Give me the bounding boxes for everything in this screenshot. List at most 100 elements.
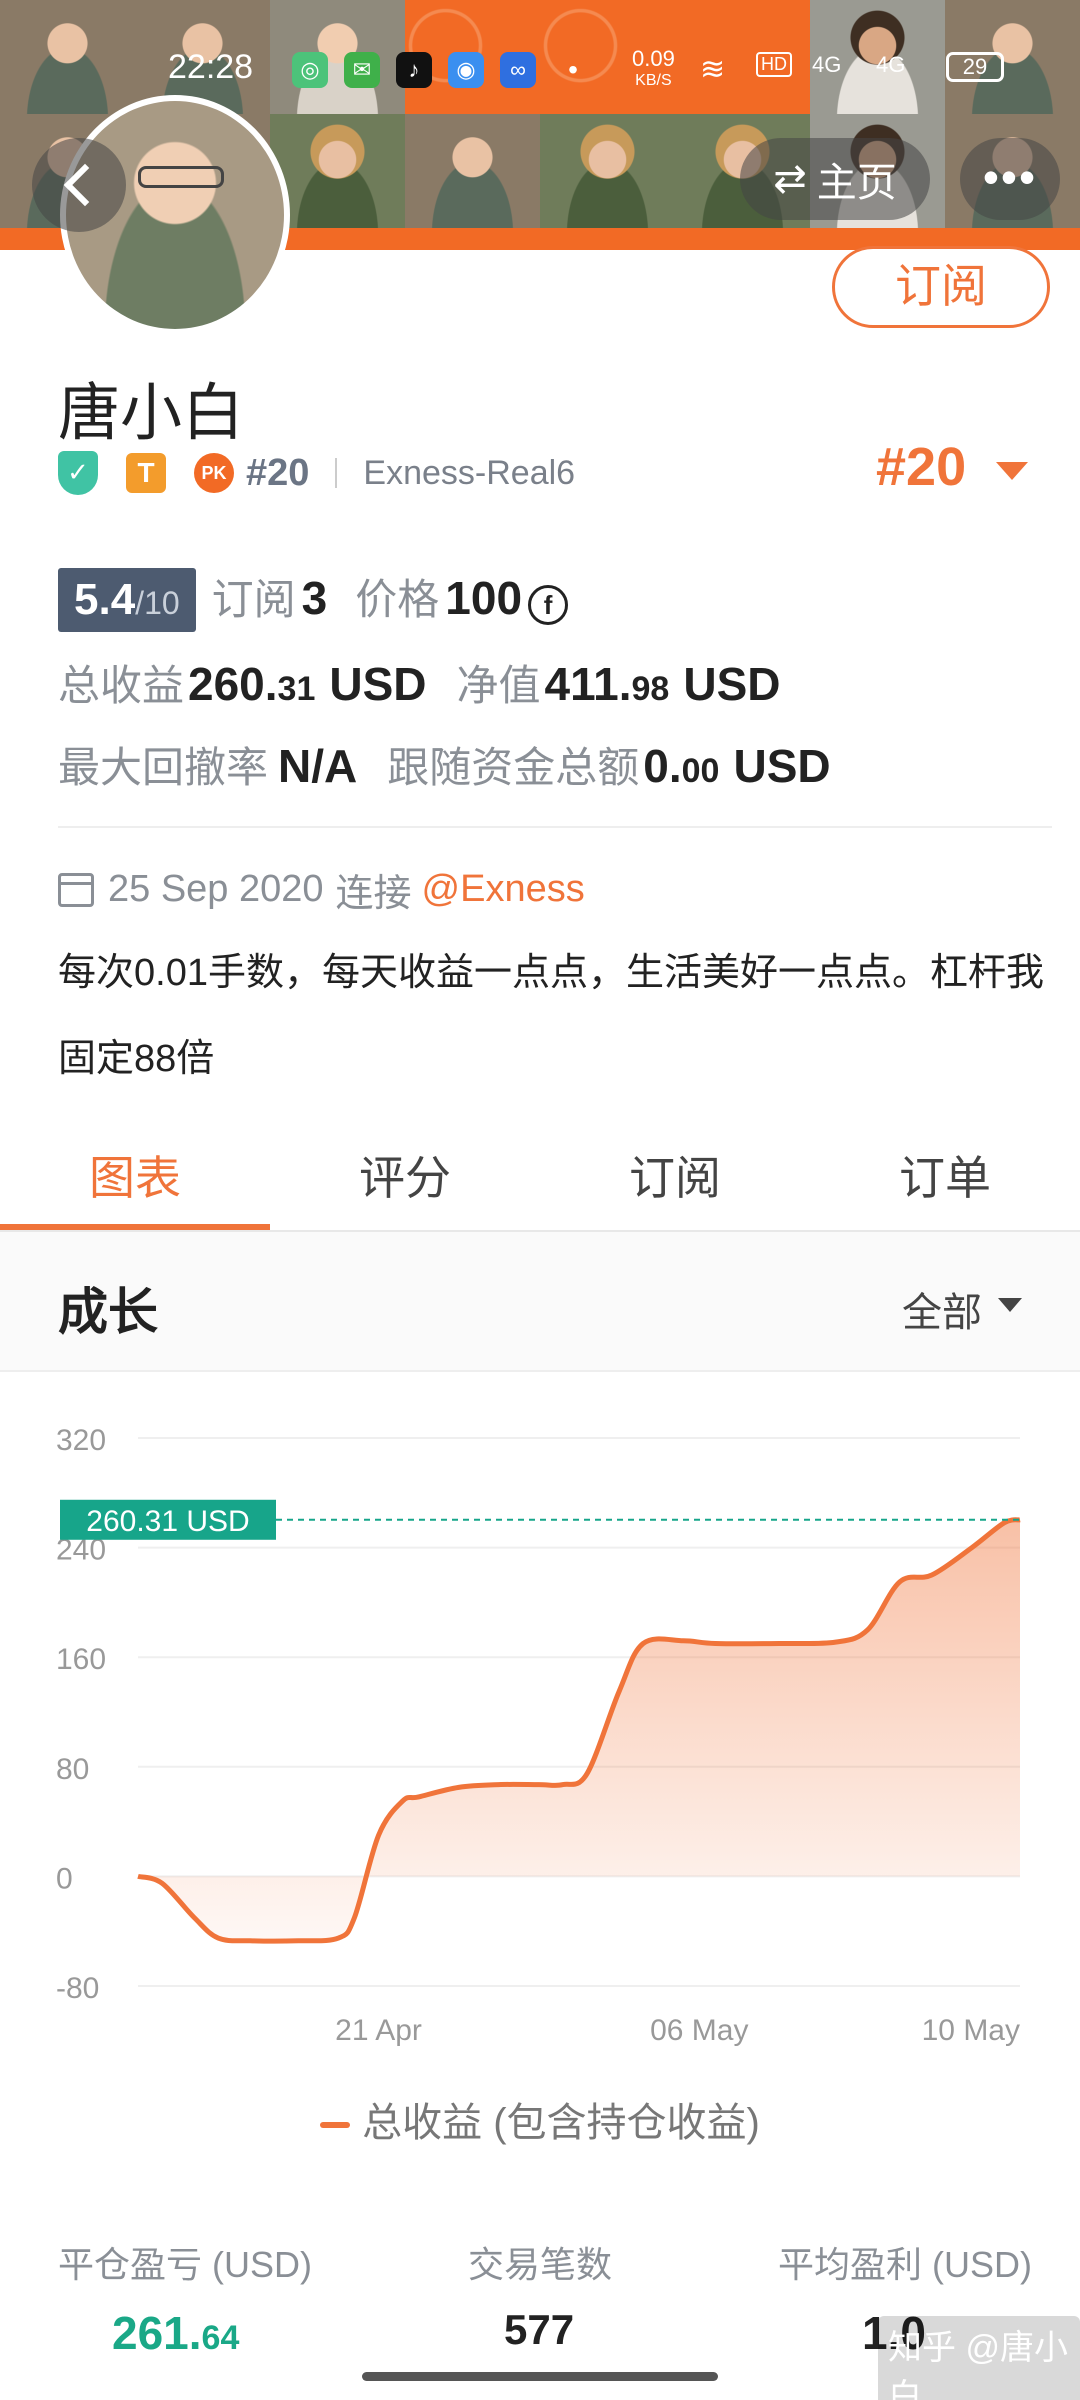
y-tick-label: -80 — [56, 1972, 99, 2005]
tab-orders[interactable]: 订单 — [810, 1130, 1080, 1230]
rank-small: #20 — [246, 451, 310, 494]
x-tick-label: 10 May — [922, 2014, 1020, 2047]
growth-chart: 320 240 160 80 0 -80 21 Apr 06 May 10 May 260.31 … — [0, 1372, 1080, 2152]
x-tick-label: 21 Apr — [335, 2014, 422, 2047]
equity-unit: USD — [683, 658, 781, 710]
y-tick-label: 80 — [56, 1753, 89, 1786]
subscribe-count-value: 3 — [301, 572, 328, 624]
equity-int: 411. — [544, 658, 632, 710]
divider — [335, 458, 338, 488]
broker-link[interactable]: @Exness — [422, 868, 585, 911]
closed-pnl-int: 261. — [112, 2307, 202, 2359]
description-text: 每次0.01手数，每天收益一点点，生活美好一点点。杠杆我固定88倍 — [58, 952, 1044, 1080]
closed-pnl-frac: 64 — [201, 2319, 240, 2357]
max-drawdown-value: N/A — [278, 740, 358, 792]
subscribe-count-label: 订阅 — [211, 576, 296, 623]
total-profit-value: 260.31 — [188, 657, 315, 711]
tab-bar: 图表 评分 订阅 订单 — [0, 1130, 1080, 1230]
dot-icon: • — [568, 54, 578, 85]
follow-funds-unit: USD — [733, 740, 831, 792]
series-area — [138, 1519, 1020, 1942]
subscribe-button[interactable]: 订阅 — [832, 246, 1050, 328]
equity-frac: 98 — [631, 670, 670, 708]
tab-rating[interactable]: 评分 — [270, 1130, 540, 1230]
price-label: 价格 — [355, 576, 440, 623]
chevron-left-icon — [63, 163, 107, 207]
username: 唐小白 — [58, 379, 245, 448]
signal-4g-icon: 4G — [876, 52, 906, 77]
score-badge: 5.4 /10 — [58, 568, 196, 632]
trade-count-value: 577 — [504, 2306, 575, 2353]
score-value: 5.4 — [74, 575, 136, 624]
trader-badge-icon: T — [126, 453, 166, 493]
total-profit-frac: 31 — [277, 670, 316, 708]
legend-swatch — [320, 2122, 351, 2129]
tab-chart[interactable]: 图表 — [0, 1130, 270, 1230]
chart-legend: 总收益 (包含持仓收益) — [0, 2090, 1080, 2148]
signal-4g-icon: 4G — [812, 52, 842, 77]
section-title: 成长 — [58, 1284, 158, 1340]
home-label: 主页 — [816, 161, 897, 205]
max-drawdown-label: 最大回撤率 — [58, 744, 269, 791]
status-time: 22:28 — [168, 48, 254, 86]
home-indicator[interactable] — [362, 2372, 718, 2381]
y-tick-label: 160 — [56, 1643, 106, 1676]
stats-row-drawdown: 最大回撤率 N/A 跟随资金总额 0.00 USD — [58, 734, 831, 795]
coin-icon: f — [528, 585, 569, 625]
status-bar: 22:28 ◎ ✉ ♪ ◉ ∞ • 0.09 KB/S ≋ HD 4G 4G 2… — [0, 30, 1080, 110]
legend-label: 总收益 (包含持仓收益) — [362, 2101, 760, 2145]
divider — [58, 826, 1052, 828]
back-button[interactable] — [32, 138, 126, 232]
network-speed: 0.09 KB/S — [632, 48, 675, 92]
rank-dropdown[interactable]: #20 — [876, 436, 966, 498]
banner-photo — [540, 114, 675, 228]
more-button[interactable]: ••• — [960, 138, 1060, 220]
closed-pnl-value: 261.64 — [112, 2306, 239, 2360]
y-tick-label: 0 — [56, 1862, 73, 1895]
equity-value: 411.98 — [545, 657, 670, 711]
current-value-label: 260.31 USD — [86, 1505, 249, 1538]
x-tick-label: 06 May — [650, 2014, 748, 2047]
follow-funds-label: 跟随资金总额 — [387, 744, 640, 791]
caret-down-icon[interactable] — [998, 1298, 1022, 1312]
hd-badge: HD — [756, 52, 792, 77]
battery-icon: 29 — [946, 52, 1004, 82]
connection-info: 25 Sep 2020 连接 @Exness — [58, 862, 585, 917]
calendar-icon — [58, 872, 94, 907]
pk-fire-icon: PK — [194, 453, 234, 493]
verified-shield-icon: ✓ — [58, 451, 98, 495]
wechat-icon: ✉ — [344, 52, 380, 88]
avg-profit-label: 平均盈利 (USD) — [778, 2244, 1032, 2285]
server-name: Exness-Real6 — [363, 453, 576, 492]
price-value: 100 — [445, 572, 523, 624]
follow-funds-value: 0.00 — [643, 739, 719, 793]
stats-row-profit: 总收益 260.31 USD 净值 411.98 USD — [58, 652, 780, 713]
caret-down-icon[interactable] — [996, 462, 1028, 480]
switch-icon: ⇄ — [773, 157, 807, 201]
app-notification-icon: ◎ — [292, 52, 328, 88]
banner-photo — [270, 114, 405, 228]
active-tab-indicator — [0, 1224, 270, 1230]
trade-count-label: 交易笔数 — [468, 2244, 613, 2285]
follow-funds-int: 0. — [643, 740, 682, 792]
tiktok-icon: ♪ — [396, 52, 432, 88]
total-profit-label: 总收益 — [58, 662, 185, 709]
app-notification-icon: ◉ — [448, 52, 484, 88]
avatar-glasses — [138, 166, 224, 188]
follow-funds-frac: 00 — [681, 752, 720, 790]
watermark: 知乎 @唐小白 — [878, 2316, 1080, 2400]
score-total: /10 — [135, 585, 180, 621]
network-speed-unit: KB/S — [635, 72, 672, 89]
badge-row: ✓ T PK #20 Exness-Real6 — [58, 448, 575, 498]
closed-pnl-label: 平仓盈亏 (USD) — [58, 2244, 312, 2285]
home-button[interactable]: ⇄ 主页 — [740, 138, 930, 220]
infinity-app-icon: ∞ — [500, 52, 536, 88]
network-speed-value: 0.09 — [632, 46, 675, 71]
total-profit-int: 260. — [188, 658, 278, 710]
connection-label: 连接 — [335, 873, 412, 915]
connection-date: 25 Sep 2020 — [108, 868, 324, 910]
range-dropdown[interactable]: 全部 — [902, 1280, 982, 1338]
growth-chart-svg: 320240160800-8021 Apr 06 May 10 May260.31 … — [56, 1424, 1021, 2047]
total-profit-unit: USD — [329, 658, 427, 710]
tab-subscribe[interactable]: 订阅 — [540, 1130, 810, 1230]
